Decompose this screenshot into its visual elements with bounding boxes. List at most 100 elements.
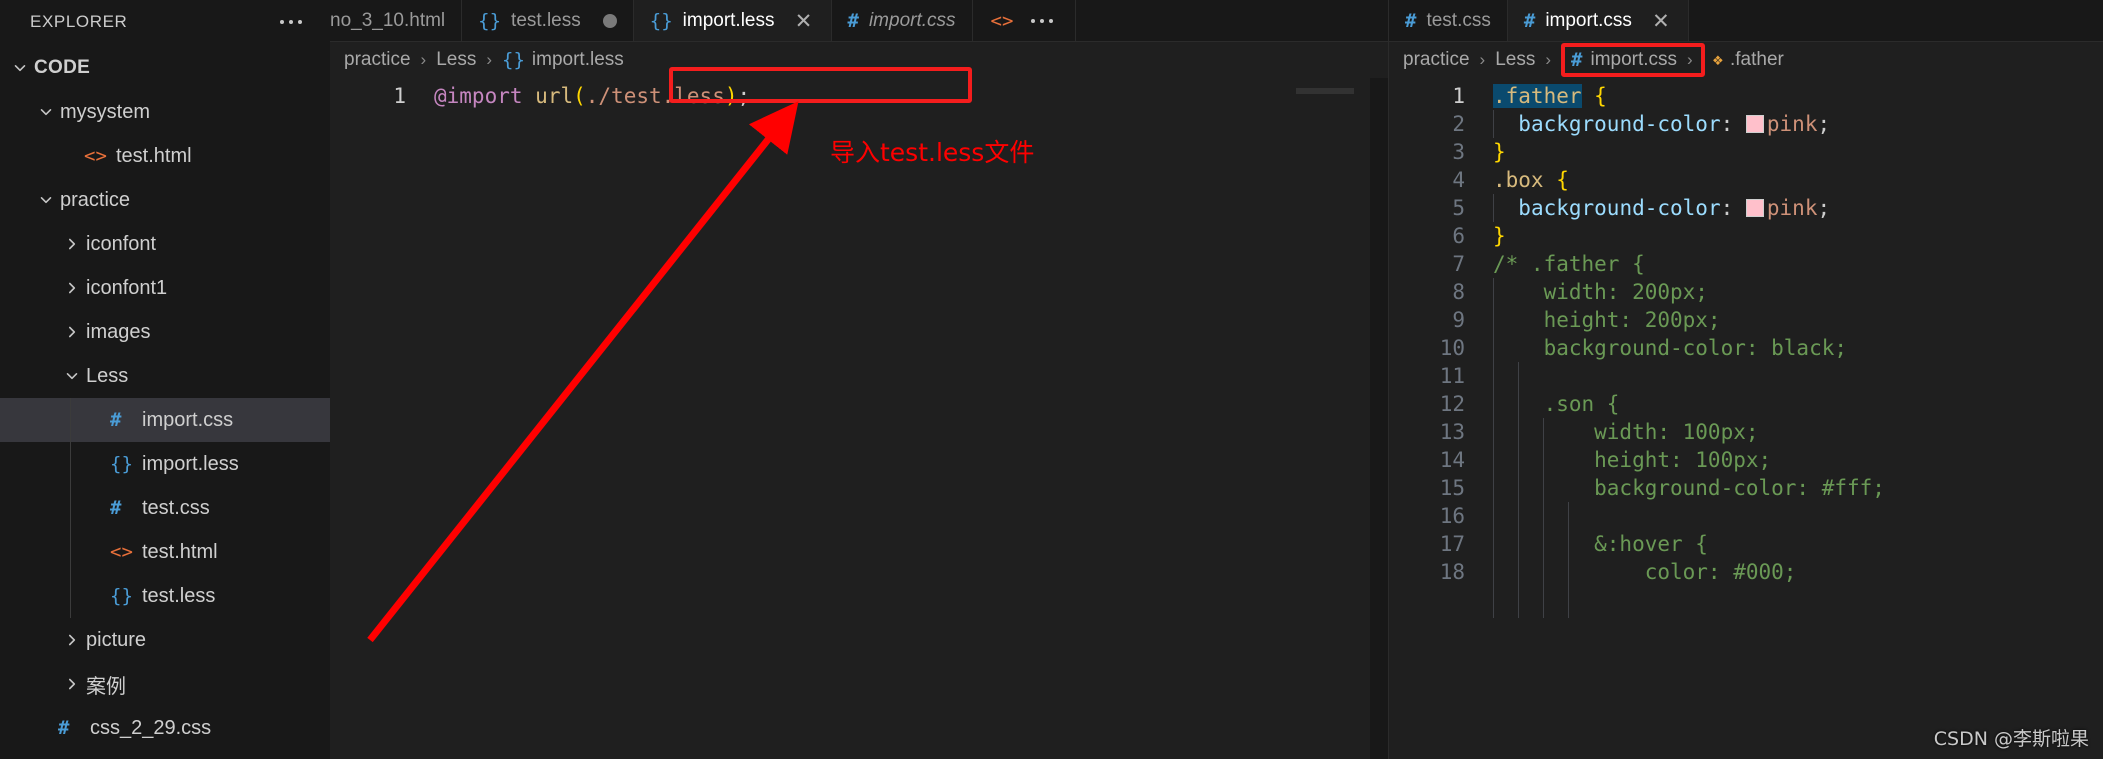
css-file-icon: # — [1571, 49, 1583, 71]
line-numbers-right: 1 2 3 4 5 6 7 8 9 10 11 12 13 14 15 16 17 18 — [1389, 82, 1485, 759]
chevron-down-icon — [34, 104, 58, 120]
close-icon[interactable]: ✕ — [793, 10, 815, 32]
code-line[interactable]: height: 100px; — [1493, 446, 2103, 474]
tree-item-[interactable]: 案例 — [0, 662, 330, 706]
code-token: .father — [1493, 84, 1582, 108]
html-file-icon: <> — [84, 145, 107, 167]
code-line[interactable]: .father { — [1493, 82, 2103, 110]
code-token: ; — [1817, 196, 1831, 220]
tree-item-label: test.css — [142, 496, 210, 519]
code-line[interactable]: height: 200px; — [1493, 306, 2103, 334]
tree-item-css-2-29-css[interactable]: # css_2_29.css — [0, 706, 330, 750]
chevron-right-icon — [60, 280, 84, 296]
code-token: @import — [434, 84, 523, 108]
code-token: ) — [724, 84, 738, 108]
code-line[interactable]: background-color: black; — [1493, 334, 2103, 362]
breadcrumb-item-less[interactable]: Less — [436, 49, 476, 71]
code-line[interactable]: .box { — [1493, 166, 2103, 194]
tree-item-label: CODE — [34, 57, 91, 78]
code-token: background-color — [1518, 196, 1721, 220]
code-line[interactable]: &:hover { — [1493, 530, 2103, 558]
color-swatch-icon[interactable] — [1745, 199, 1764, 217]
tree-item-label: Less — [86, 364, 129, 387]
scrollbar-left[interactable] — [1370, 78, 1388, 759]
breadcrumb-item-practice[interactable]: practice — [1403, 49, 1470, 71]
tree-item-iconfont[interactable]: iconfont — [0, 222, 330, 266]
code-line[interactable] — [1493, 502, 2103, 530]
tab-label: import.less — [682, 10, 775, 31]
code-line[interactable] — [1493, 362, 2103, 390]
tree-item-images[interactable]: images — [0, 310, 330, 354]
code-token: .son { — [1493, 392, 1620, 416]
code-line[interactable]: width: 200px; — [1493, 278, 2103, 306]
more-horizontal-icon[interactable] — [276, 14, 306, 30]
tree-item-less[interactable]: Less — [0, 354, 330, 398]
indent-guide — [70, 574, 71, 618]
tab-label: import.css — [1545, 10, 1632, 31]
tree-item-iconfont1[interactable]: iconfont1 — [0, 266, 330, 310]
tab-test-css[interactable]: # test.css — [1389, 0, 1508, 42]
unsaved-indicator-icon[interactable] — [602, 14, 617, 28]
code-line[interactable]: color: #000; — [1493, 558, 2103, 586]
more-horizontal-icon[interactable] — [1027, 13, 1057, 29]
minimap-left[interactable] — [1296, 88, 1354, 94]
code-line[interactable]: /* .father { — [1493, 250, 2103, 278]
line-number: 16 — [1439, 504, 1465, 528]
breadcrumb-item-import-less[interactable]: {} import.less — [502, 49, 624, 71]
tree-item-import-css[interactable]: # import.css — [0, 398, 330, 442]
tab-import-less[interactable]: {} import.less ✕ — [633, 0, 832, 42]
code-token: ( — [573, 84, 586, 108]
css-file-icon: # — [110, 409, 122, 431]
tree-item-label: test.html — [142, 540, 218, 563]
breadcrumb-item-import-css[interactable]: # import.css › — [1561, 43, 1705, 77]
breadcrumb-item-practice[interactable]: practice — [344, 49, 411, 71]
tree-item-practice[interactable]: practice — [0, 178, 330, 222]
code-editor-right[interactable]: 1 2 3 4 5 6 7 8 9 10 11 12 13 14 15 16 17 18 .father { ba… — [1389, 78, 2103, 759]
code-line[interactable]: @import url(./test.less); — [434, 82, 1388, 110]
close-icon[interactable]: ✕ — [1650, 10, 1672, 32]
tree-item-test-html[interactable]: <> test.html — [0, 134, 330, 178]
line-number: 9 — [1452, 308, 1465, 332]
tab-test-less[interactable]: {} test.less — [462, 0, 634, 42]
code-token: url — [535, 84, 574, 108]
tree-item-import-less[interactable]: {} import.less — [0, 442, 330, 486]
code-editor-left[interactable]: 1 @import url(./test.less); — [330, 78, 1388, 759]
line-number: 10 — [1439, 336, 1465, 360]
tab-no-3-10-html[interactable]: no_3_10.html — [330, 0, 463, 42]
code-line[interactable]: .son { — [1493, 390, 2103, 418]
code-lines-right[interactable]: .father { background-color: pink;} .box {… — [1485, 82, 2103, 759]
code-line[interactable]: background-color: pink; — [1493, 110, 2103, 138]
code-line[interactable]: background-color: #fff; — [1493, 474, 2103, 502]
tree-item-picture[interactable]: picture — [0, 618, 330, 662]
tree-item-label: css_2_29.css — [90, 716, 212, 739]
breadcrumb-label: practice — [344, 49, 411, 70]
css-rule-symbol-icon: ❖ — [1712, 50, 1723, 70]
tab-label: test.less — [511, 10, 581, 31]
tab-import-css[interactable]: # import.css — [831, 0, 973, 42]
code-line[interactable]: background-color: pink; — [1493, 194, 2103, 222]
line-number: 18 — [1439, 560, 1465, 584]
code-brackets-icon[interactable]: <> — [991, 10, 1014, 32]
tab-label: test.css — [1426, 10, 1491, 31]
tree-item-test-less[interactable]: {} test.less — [0, 574, 330, 618]
css-file-icon: # — [1523, 10, 1536, 32]
color-swatch-icon[interactable] — [1745, 115, 1764, 133]
code-line[interactable]: } — [1493, 138, 2103, 166]
tab-import-css[interactable]: # import.css ✕ — [1507, 0, 1689, 42]
tree-item-test-html[interactable]: <> test.html — [0, 530, 330, 574]
code-line[interactable]: width: 100px; — [1493, 418, 2103, 446]
code-line[interactable]: } — [1493, 222, 2103, 250]
code-token: &:hover { — [1493, 532, 1708, 556]
code-lines-left[interactable]: @import url(./test.less); — [426, 82, 1388, 759]
breadcrumb-item--father[interactable]: ❖ .father — [1713, 49, 1784, 71]
editor-pane-left: no_3_10.html {} test.less {} import.less ✕ # im… — [330, 0, 1388, 759]
breadcrumb-item-less[interactable]: Less — [1495, 49, 1535, 71]
line-number: 1 — [393, 84, 406, 108]
breadcrumb-separator: › — [420, 50, 427, 69]
code-token: } — [1493, 140, 1506, 164]
tree-item-code[interactable]: CODE — [0, 46, 330, 90]
tree-item-test-css[interactable]: # test.css — [0, 486, 330, 530]
less-file-icon: {} — [478, 10, 502, 32]
tree-item-mysystem[interactable]: mysystem — [0, 90, 330, 134]
